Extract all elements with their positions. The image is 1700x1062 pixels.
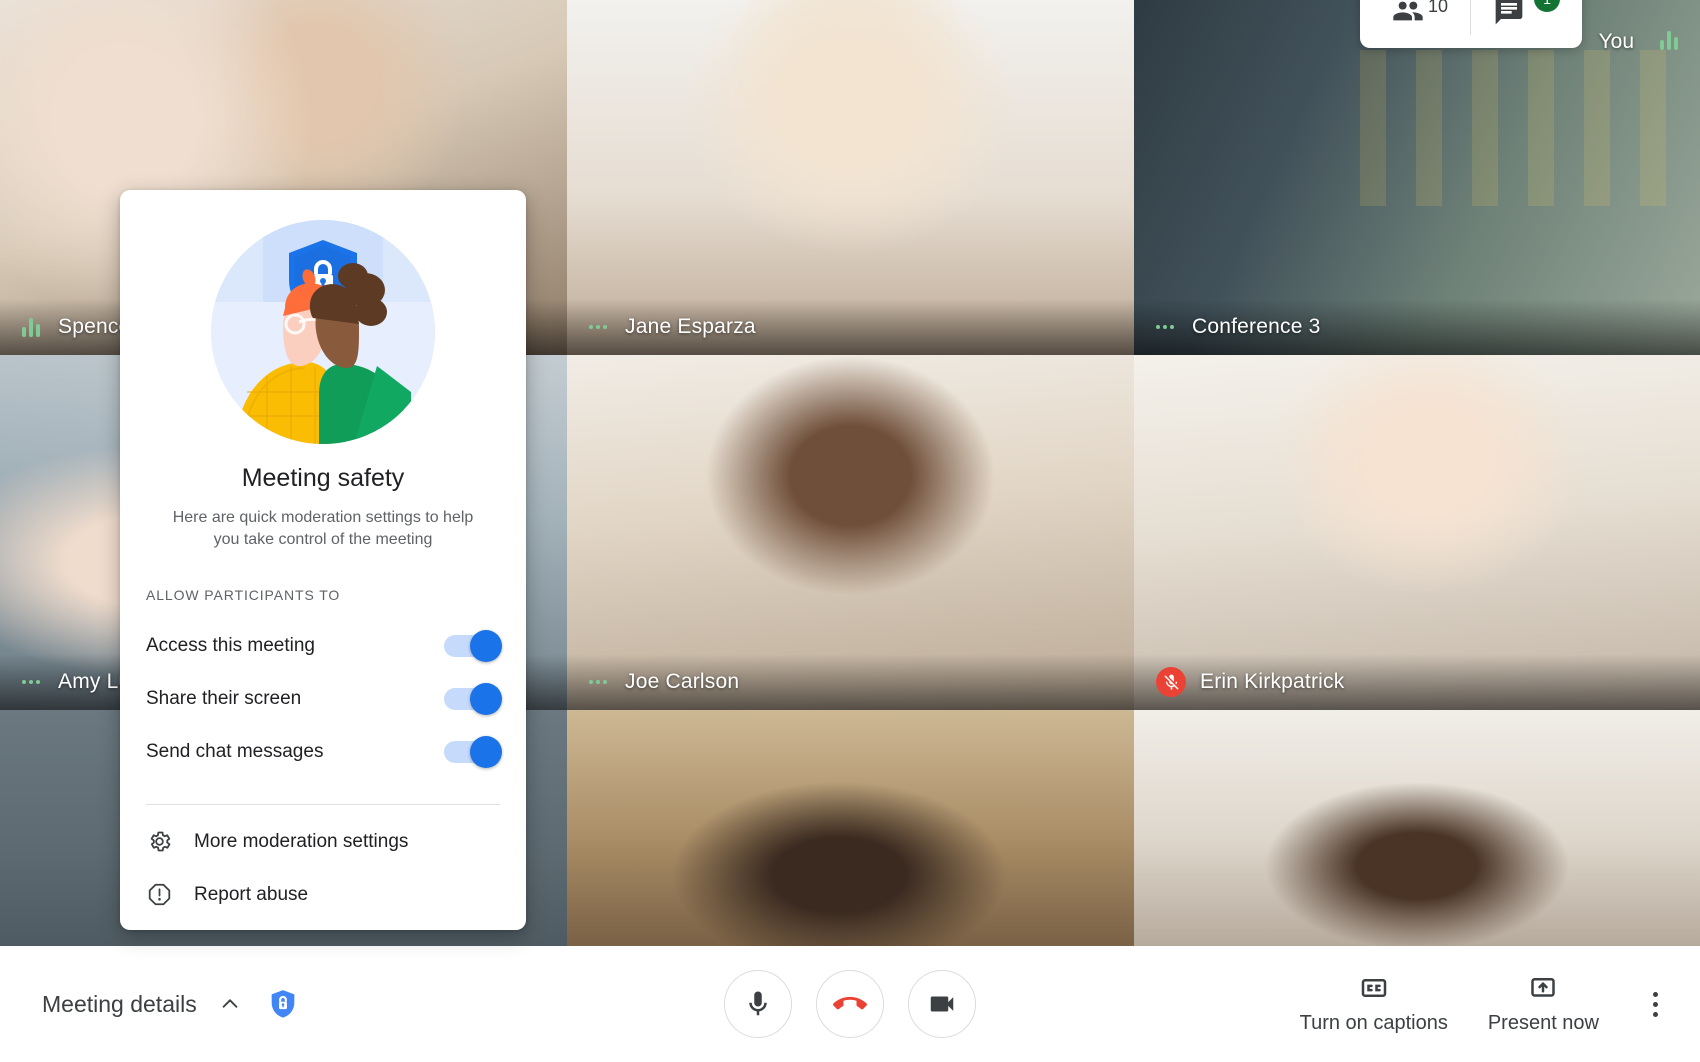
microphone-button[interactable]	[724, 970, 792, 1038]
participants-count: 10	[1428, 0, 1449, 16]
participant-name-bar: Erin Kirkpatrick	[1134, 654, 1700, 710]
chevron-up-icon[interactable]	[219, 993, 241, 1015]
meeting-safety-illustration	[120, 216, 526, 448]
meeting-bottom-bar: Meeting details Turn on captions Present…	[0, 946, 1700, 1062]
toggle-row-access-meeting[interactable]: Access this meeting	[120, 619, 526, 672]
dialog-divider	[146, 804, 500, 806]
mic-idle-icon	[22, 680, 44, 684]
more-moderation-settings-item[interactable]: More moderation settings	[120, 815, 526, 868]
kebab-dot	[1653, 991, 1658, 997]
mic-active-icon	[22, 317, 44, 337]
menu-item-label: More moderation settings	[194, 830, 409, 852]
participant-tile[interactable]: Jane Esparza	[567, 0, 1134, 355]
chat-unread-badge: 1	[1534, 0, 1561, 12]
mic-idle-icon	[1156, 325, 1178, 329]
people-icon	[1393, 1, 1423, 21]
call-end-icon	[833, 996, 867, 1010]
participant-tile[interactable]	[1134, 710, 1700, 946]
toggle-label: Access this meeting	[146, 634, 315, 656]
participant-name-bar: Conference 3	[1134, 299, 1700, 355]
hang-up-button[interactable]	[816, 970, 884, 1038]
toggle-knob	[470, 682, 502, 715]
dialog-subtitle: Here are quick moderation settings to he…	[172, 509, 474, 549]
kebab-dot	[1653, 1001, 1658, 1007]
report-abuse-item[interactable]: Report abuse	[120, 868, 526, 921]
turn-on-captions-button[interactable]: Turn on captions	[1300, 973, 1448, 1035]
participant-tile[interactable]	[567, 710, 1134, 946]
present-screen-icon	[1528, 973, 1558, 1003]
gear-icon	[146, 829, 172, 855]
video-feed-overlay	[1360, 49, 1667, 206]
participant-tile[interactable]: Erin Kirkpatrick	[1134, 355, 1700, 710]
chat-button[interactable]: 1	[1471, 0, 1561, 35]
meeting-safety-dialog: Meeting safety Here are quick moderation…	[120, 190, 526, 930]
call-controls	[724, 970, 976, 1038]
meeting-details-group[interactable]: Meeting details	[0, 984, 303, 1024]
kebab-dot	[1653, 1011, 1658, 1017]
meet-app: Spencer Jane Esparza Conference 3 10 You…	[0, 0, 1700, 1062]
send-chat-toggle[interactable]	[444, 735, 502, 768]
participant-tile[interactable]: Conference 3 10 1 You	[1134, 0, 1700, 355]
toggle-knob	[470, 629, 502, 662]
video-feed	[1134, 710, 1700, 946]
share-screen-toggle[interactable]	[444, 682, 502, 715]
present-now-button[interactable]: Present now	[1488, 973, 1599, 1035]
mic-idle-icon	[589, 325, 611, 329]
toggle-knob	[470, 735, 502, 768]
menu-item-label: Report abuse	[194, 883, 309, 905]
self-mic-active-icon	[1660, 30, 1682, 50]
participant-name: Jane Esparza	[625, 315, 756, 338]
camera-button[interactable]	[908, 970, 976, 1038]
bottom-bar-right-actions: Turn on captions Present now	[1300, 973, 1672, 1035]
dialog-title: Meeting safety	[241, 464, 405, 492]
toggle-label: Share their screen	[146, 687, 302, 709]
captions-label: Turn on captions	[1299, 1012, 1448, 1034]
toggle-row-send-chat[interactable]: Send chat messages	[120, 725, 526, 778]
video-camera-icon	[930, 996, 954, 1012]
meeting-details-label: Meeting details	[42, 990, 197, 1017]
report-icon	[146, 882, 172, 908]
meeting-counters-pill: 10 1	[1360, 0, 1582, 48]
present-label: Present now	[1487, 1012, 1599, 1034]
participant-name: Erin Kirkpatrick	[1200, 670, 1345, 693]
mic-icon	[749, 991, 767, 1016]
participant-name: Conference 3	[1192, 315, 1321, 338]
shield-lock-icon	[271, 990, 295, 1018]
chat-icon	[1495, 0, 1523, 25]
access-meeting-toggle[interactable]	[444, 629, 502, 662]
participant-name-bar: Joe Carlson	[567, 654, 1134, 710]
allow-participants-label: ALLOW PARTICIPANTS TO	[146, 587, 341, 604]
participant-name-bar: Jane Esparza	[567, 299, 1134, 355]
toggle-label: Send chat messages	[146, 740, 324, 762]
participant-tile[interactable]: Joe Carlson	[567, 355, 1134, 710]
video-feed	[567, 710, 1134, 946]
mic-idle-icon	[589, 680, 611, 684]
participant-name: Joe Carlson	[625, 670, 740, 693]
participants-button[interactable]: 10	[1370, 0, 1470, 35]
self-tile-label: You	[1598, 30, 1634, 53]
toggle-row-share-screen[interactable]: Share their screen	[120, 672, 526, 725]
closed-caption-icon	[1359, 973, 1389, 1003]
more-vertical-icon[interactable]	[1639, 982, 1672, 1027]
mic-muted-icon	[1156, 667, 1186, 697]
meeting-safety-button[interactable]	[263, 984, 303, 1024]
